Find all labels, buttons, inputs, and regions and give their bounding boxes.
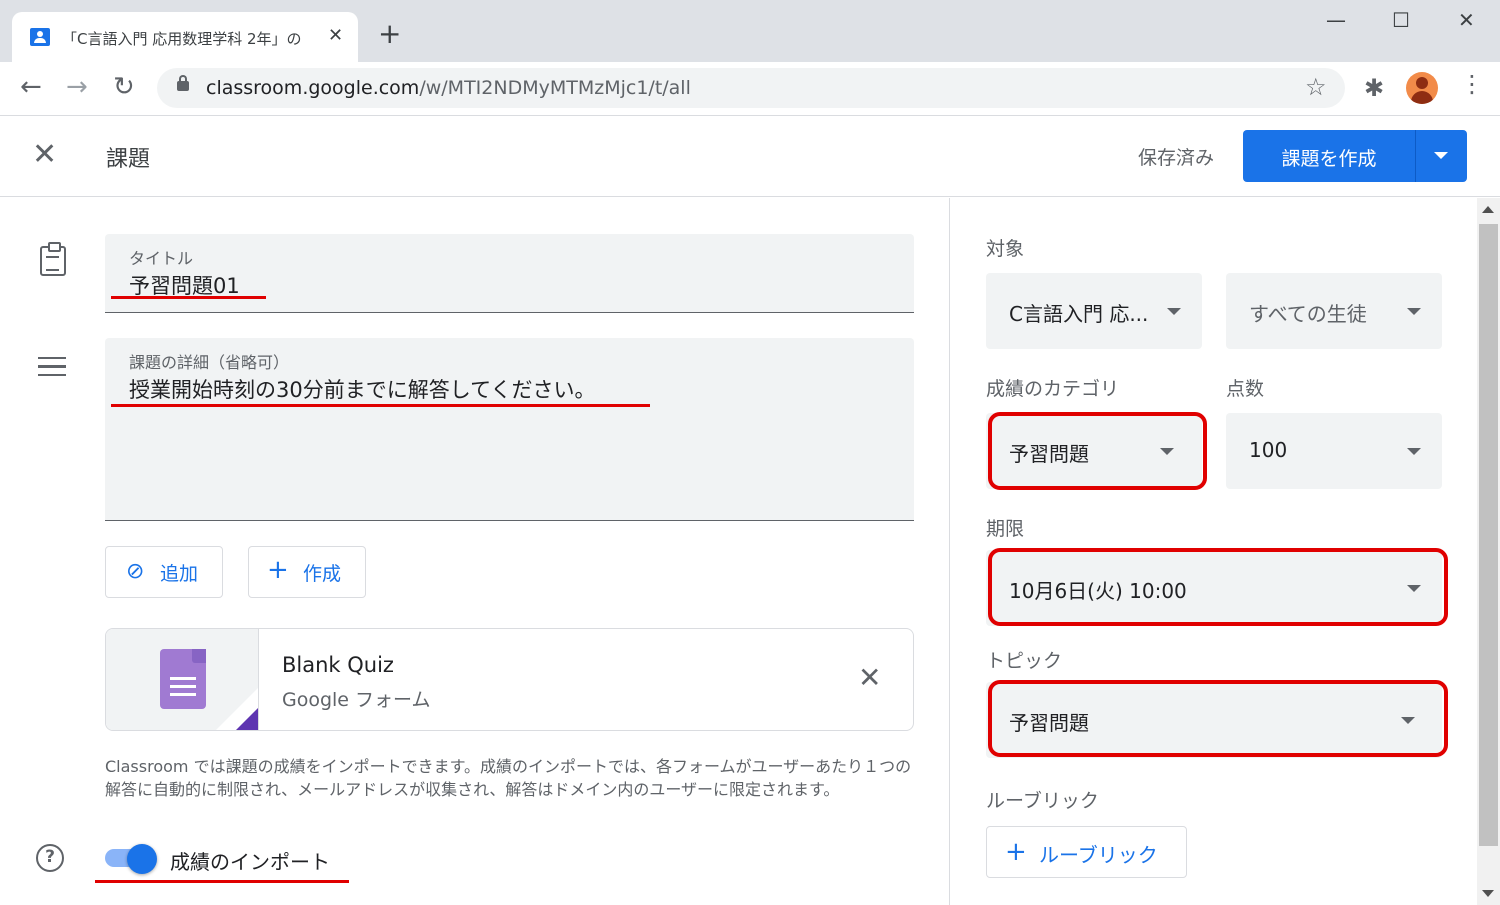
add-rubric-button[interactable]: + ルーブリック — [986, 826, 1187, 878]
avatar[interactable] — [1406, 72, 1438, 104]
reload-icon[interactable]: ↻ — [113, 72, 135, 102]
more-vert-icon[interactable]: ⋮ — [1460, 70, 1484, 98]
create-assignment-label[interactable]: 課題を作成 — [1243, 144, 1415, 171]
points-label: 点数 — [1226, 378, 1265, 400]
points-value[interactable]: 100 — [1249, 438, 1287, 462]
students-value[interactable]: すべての生徒 — [1249, 298, 1367, 327]
assignment-header: ✕ 課題 保存済み 課題を作成 — [0, 117, 1500, 197]
star-icon[interactable]: ☆ — [1305, 73, 1327, 101]
due-label: 期限 — [986, 518, 1025, 540]
page-title: 課題 — [106, 147, 151, 172]
attachment-thumbnail[interactable] — [106, 629, 259, 730]
create-material-button[interactable]: + 作成 — [248, 546, 366, 598]
browser-toolbar: ← → ↻ classroom.google.com/w/MTI2NDMyMTM… — [0, 62, 1500, 116]
annotation-box — [988, 412, 1207, 490]
rubric-label: ルーブリック — [986, 790, 1099, 812]
scroll-thumb[interactable] — [1479, 224, 1498, 846]
toggle-knob[interactable] — [127, 844, 157, 874]
browser-tabstrip: 「C言語入門 応用数理学科 2年」の ✕ + — ☐ ✕ — [0, 0, 1500, 62]
window-close-icon[interactable]: ✕ — [1458, 8, 1475, 32]
annotation-underline — [111, 404, 650, 407]
details-input[interactable]: 授業開始時刻の30分前までに解答してください。 — [129, 374, 595, 404]
chevron-down-icon[interactable] — [1407, 448, 1421, 455]
class-select[interactable]: C言語入門 応... — [986, 273, 1202, 349]
chevron-down-icon[interactable] — [1167, 308, 1181, 315]
lock-icon[interactable] — [177, 75, 189, 91]
annotation-underline — [111, 296, 266, 299]
attachment-title[interactable]: Blank Quiz — [282, 653, 394, 677]
google-forms-icon — [160, 649, 206, 709]
create-label[interactable]: 作成 — [303, 559, 341, 586]
help-icon[interactable]: ? — [36, 844, 64, 872]
scrollbar[interactable] — [1477, 198, 1500, 905]
new-tab-button[interactable]: + — [378, 20, 401, 48]
classroom-favicon-icon — [30, 28, 50, 46]
url-text[interactable]: classroom.google.com/w/MTI2NDMyMTMzMjc1/… — [206, 77, 691, 99]
maximize-icon[interactable]: ☐ — [1392, 8, 1410, 32]
annotation-underline — [95, 880, 349, 883]
back-arrow-icon[interactable]: ← — [20, 72, 42, 102]
add-label[interactable]: 追加 — [160, 559, 198, 586]
annotation-box — [988, 680, 1448, 757]
chevron-down-icon[interactable] — [1434, 152, 1448, 159]
assignment-form: タイトル 予習問題01 課題の詳細（省略可） 授業開始時刻の30分前までに解答し… — [0, 198, 948, 905]
annotation-box — [988, 548, 1448, 626]
import-info-text: Classroom では課題の成績をインポートできます。成績のインポートでは、各… — [105, 757, 912, 799]
grade-category-label: 成績のカテゴリ — [986, 378, 1120, 400]
chevron-down-icon[interactable] — [1407, 308, 1421, 315]
address-bar[interactable]: classroom.google.com/w/MTI2NDMyMTMzMjc1/… — [157, 68, 1345, 108]
attachment-subtitle: Google フォーム — [282, 689, 431, 711]
details-field[interactable]: 課題の詳細（省略可） 授業開始時刻の30分前までに解答してください。 — [105, 338, 914, 521]
plus-icon: + — [267, 555, 289, 585]
extensions-icon[interactable]: ✱ — [1364, 74, 1384, 102]
scroll-up-icon[interactable] — [1482, 206, 1494, 213]
minimize-icon[interactable]: — — [1326, 8, 1346, 32]
description-icon — [38, 357, 66, 376]
browser-tab[interactable]: 「C言語入門 応用数理学科 2年」の ✕ — [12, 12, 358, 62]
forward-arrow-icon[interactable]: → — [66, 72, 88, 102]
thumbnail-corner-accent — [234, 708, 258, 730]
settings-panel: 対象 C言語入門 応... すべての生徒 成績のカテゴリ 点数 予習問題 100… — [949, 198, 1500, 905]
button-divider — [1415, 130, 1416, 182]
students-select[interactable]: すべての生徒 — [1226, 273, 1442, 349]
class-value[interactable]: C言語入門 応... — [1009, 298, 1148, 327]
title-field[interactable]: タイトル 予習問題01 — [105, 234, 914, 313]
details-label: 課題の詳細（省略可） — [129, 353, 290, 372]
attachment-card[interactable]: Blank Quiz Google フォーム ✕ — [105, 628, 914, 731]
title-label: タイトル — [129, 249, 194, 268]
add-attachment-button[interactable]: ⊘ 追加 — [105, 546, 223, 598]
scroll-down-icon[interactable] — [1482, 890, 1494, 897]
close-icon[interactable]: ✕ — [32, 137, 57, 172]
tab-close-icon[interactable]: ✕ — [328, 25, 343, 46]
create-assignment-button[interactable]: 課題を作成 — [1243, 130, 1467, 182]
points-select[interactable]: 100 — [1226, 413, 1442, 489]
remove-attachment-icon[interactable]: ✕ — [858, 661, 881, 694]
for-label: 対象 — [986, 238, 1025, 260]
paperclip-icon: ⊘ — [126, 559, 145, 584]
grade-import-label: 成績のインポート — [170, 850, 330, 874]
tab-title: 「C言語入門 応用数理学科 2年」の — [62, 30, 302, 48]
saved-status: 保存済み — [1138, 147, 1215, 169]
plus-icon: + — [1005, 837, 1027, 867]
assignment-icon — [40, 242, 66, 276]
topic-label: トピック — [986, 650, 1063, 672]
rubric-button-label[interactable]: ルーブリック — [1039, 839, 1158, 868]
